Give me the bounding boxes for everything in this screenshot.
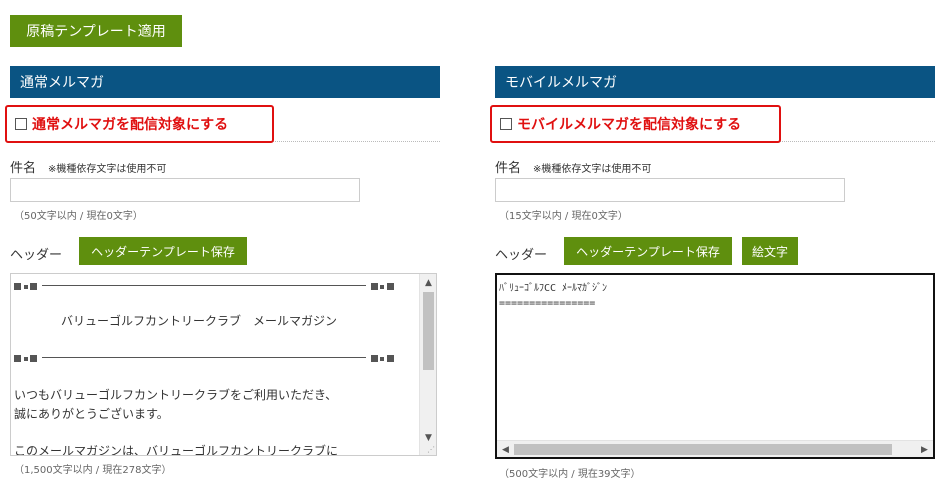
normal-subject-input[interactable]: [10, 178, 360, 202]
normal-send-checkbox[interactable]: 通常メルマガを配信対象にする: [5, 105, 274, 143]
checkbox-empty-icon[interactable]: [15, 118, 27, 130]
rule-line: [14, 352, 394, 364]
editor-line: いつもバリューゴルフカントリークラブをご利用いただき、: [14, 388, 338, 402]
emoji-button[interactable]: 絵文字: [742, 237, 798, 265]
normal-header-editor[interactable]: バリューゴルフカントリークラブ メールマガジン いつもバリューゴルフカントリーク…: [10, 273, 437, 456]
editor-line: ================: [499, 298, 596, 309]
mobile-header-label: ヘッダー: [495, 248, 548, 263]
editor-line: 誠にありがとうございます。: [14, 407, 169, 421]
mobile-send-checkbox[interactable]: モバイルメルマガを配信対象にする: [490, 105, 781, 143]
mobile-magazine-panel: モバイルメルマガ モバイルメルマガを配信対象にする 件名 ※機種依存文字は使用不…: [490, 0, 935, 490]
scroll-thumb[interactable]: [514, 444, 892, 455]
scroll-right-arrow-icon[interactable]: ▶: [916, 441, 933, 457]
rule-line: [14, 280, 394, 292]
normal-header-label: ヘッダー: [10, 248, 63, 263]
mobile-editor-horizontal-scrollbar[interactable]: ◀ ▶: [497, 440, 933, 457]
mobile-subject-input[interactable]: [495, 178, 845, 202]
normal-section-title: 通常メルマガ: [10, 66, 440, 98]
mobile-subject-label-row: 件名 ※機種依存文字は使用不可: [495, 157, 651, 176]
normal-editor-content: バリューゴルフカントリークラブ メールマガジン いつもバリューゴルフカントリーク…: [14, 274, 419, 456]
normal-body-count: （1,500文字以内 / 現在278文字）: [14, 465, 172, 476]
scroll-up-arrow-icon[interactable]: ▲: [420, 274, 436, 291]
normal-header-save-button[interactable]: ヘッダーテンプレート保存: [79, 237, 247, 265]
normal-subject-note: ※機種依存文字は使用不可: [48, 164, 167, 175]
scroll-thumb[interactable]: [423, 292, 434, 370]
mobile-subject-count: （15文字以内 / 現在0文字）: [499, 211, 628, 222]
editor-line: バリューゴルフカントリークラブ メールマガジン: [61, 314, 338, 328]
editor-line: このメールマガジンは、バリューゴルフカントリークラブに: [14, 444, 339, 456]
editor-line: ﾊﾞﾘｭｰｺﾞﾙﾌCC ﾒｰﾙﾏｶﾞｼﾞﾝ: [499, 283, 608, 294]
mobile-subject-label: 件名: [495, 161, 522, 176]
normal-subject-count: （50文字以内 / 現在0文字）: [14, 211, 143, 222]
resize-grip-icon[interactable]: ⋰: [427, 446, 435, 454]
checkbox-empty-icon[interactable]: [500, 118, 512, 130]
normal-subject-label: 件名: [10, 161, 37, 176]
mobile-section-title: モバイルメルマガ: [495, 66, 935, 98]
mobile-body-count: （500文字以内 / 現在39文字）: [499, 469, 641, 480]
normal-subject-label-row: 件名 ※機種依存文字は使用不可: [10, 157, 166, 176]
mobile-send-checkbox-label: モバイルメルマガを配信対象にする: [517, 117, 742, 133]
normal-editor-vertical-scrollbar[interactable]: ▲ ▼: [419, 274, 436, 455]
mobile-subject-note: ※機種依存文字は使用不可: [533, 164, 652, 175]
mobile-header-editor[interactable]: ﾊﾞﾘｭｰｺﾞﾙﾌCC ﾒｰﾙﾏｶﾞｼﾞﾝ ================ ◀…: [495, 273, 935, 459]
scroll-left-arrow-icon[interactable]: ◀: [497, 441, 514, 457]
normal-magazine-panel: 通常メルマガ 通常メルマガを配信対象にする 件名 ※機種依存文字は使用不可 （5…: [5, 0, 440, 490]
mobile-header-save-button[interactable]: ヘッダーテンプレート保存: [564, 237, 732, 265]
normal-send-checkbox-label: 通常メルマガを配信対象にする: [32, 117, 229, 133]
scroll-down-arrow-icon[interactable]: ▼: [420, 429, 436, 446]
